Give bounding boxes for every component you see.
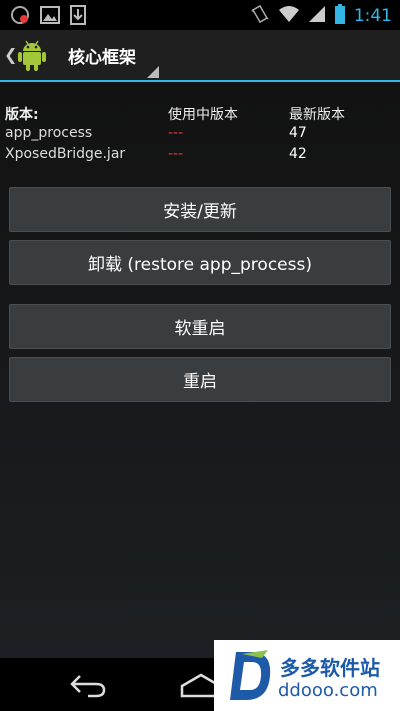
version-table-header: 版本: 使用中版本 最新版本 (5, 104, 395, 125)
wifi-icon (278, 5, 300, 27)
latest-version-value: 47 (289, 125, 307, 141)
battery-icon (334, 4, 346, 28)
watermark: 多多软件站 ddooo.com (214, 640, 400, 711)
table-row-xposedbridge: XposedBridge.jar --- 42 (5, 146, 395, 167)
watermark-site-name: 多多软件站 (280, 656, 380, 680)
latest-version-header: 最新版本 (289, 107, 345, 123)
latest-version-value: 42 (289, 146, 307, 162)
action-bar: ❮ 核心框架 (0, 30, 400, 82)
version-table: 版本: 使用中版本 最新版本 app_process --- 47 Xposed… (5, 104, 395, 167)
status-bar: 1:41 (0, 0, 400, 30)
vibrate-icon (250, 4, 270, 28)
signal-icon (308, 5, 326, 27)
component-name: app_process (5, 125, 93, 141)
table-row-app-process: app_process --- 47 (5, 125, 395, 146)
status-bar-system: 1:41 (250, 4, 392, 28)
status-bar-notifications (10, 5, 86, 29)
version-label: 版本: (5, 107, 39, 123)
download-icon (70, 5, 86, 29)
gallery-icon (40, 6, 60, 28)
watermark-logo-icon (228, 650, 274, 706)
installed-version-value: --- (168, 146, 184, 162)
installed-version-value: --- (168, 125, 184, 141)
notification-app-icon (10, 5, 30, 29)
component-name: XposedBridge.jar (5, 146, 126, 162)
action-bar-title[interactable]: 核心框架 (68, 43, 136, 68)
soft-reboot-button[interactable]: 软重启 (9, 304, 391, 349)
spinner-dropdown-icon[interactable] (147, 63, 159, 82)
status-bar-clock: 1:41 (353, 6, 392, 26)
framework-content: 版本: 使用中版本 最新版本 app_process --- 47 Xposed… (0, 82, 400, 658)
uninstall-button[interactable]: 卸载 (restore app_process) (9, 240, 391, 285)
reboot-button[interactable]: 重启 (9, 357, 391, 402)
android-logo-icon[interactable] (14, 37, 50, 73)
watermark-url: ddooo.com (278, 680, 378, 701)
back-icon[interactable] (68, 672, 108, 702)
installed-version-header: 使用中版本 (168, 107, 238, 123)
install-update-button[interactable]: 安装/更新 (9, 187, 391, 232)
